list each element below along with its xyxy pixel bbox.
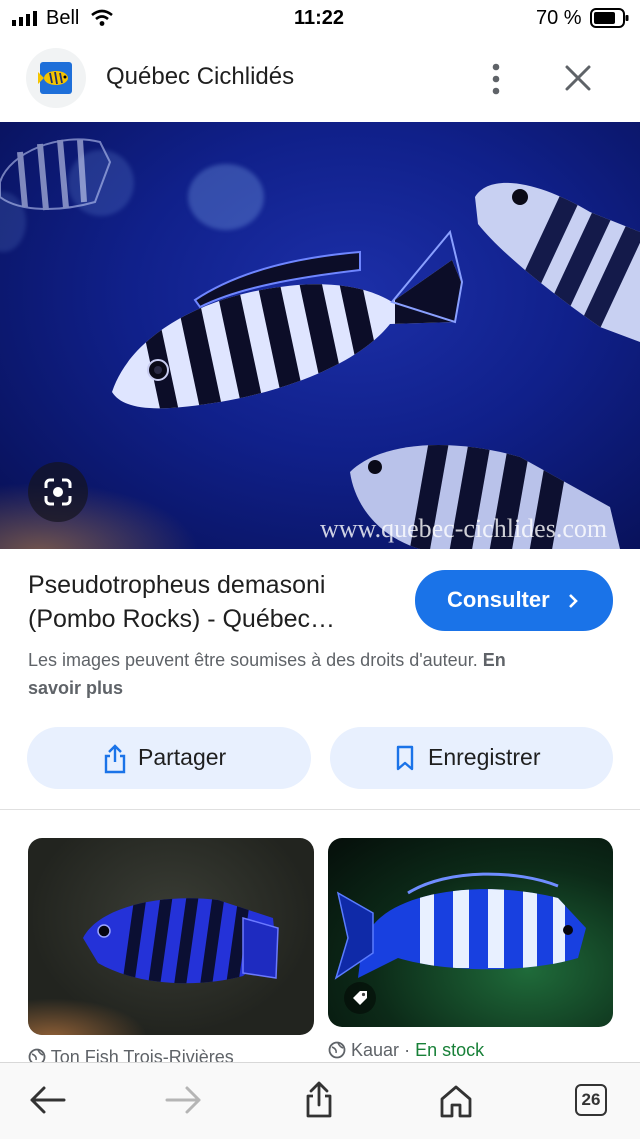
browser-toolbar: 26 bbox=[0, 1062, 640, 1139]
share-label: Partager bbox=[138, 744, 227, 770]
learn-more-link[interactable]: En bbox=[483, 650, 506, 670]
share-button[interactable]: Partager bbox=[27, 727, 311, 789]
related-image[interactable] bbox=[328, 838, 613, 1027]
globe-icon bbox=[328, 1041, 346, 1059]
visit-button-label: Consulter bbox=[447, 587, 550, 612]
carrier-label: Bell bbox=[46, 7, 80, 29]
lens-button[interactable] bbox=[28, 462, 88, 522]
signal-icon bbox=[12, 11, 37, 26]
stock-status: En stock bbox=[415, 1040, 485, 1060]
chevron-right-icon bbox=[569, 594, 578, 608]
source-separator: · bbox=[399, 1040, 416, 1060]
result-header: Québec Cichlidés bbox=[0, 36, 640, 122]
related-source[interactable]: Kauar · En stock bbox=[328, 1040, 484, 1061]
section-divider bbox=[0, 809, 640, 810]
tag-icon bbox=[353, 991, 367, 1005]
site-name[interactable]: Québec Cichlidés bbox=[106, 63, 294, 91]
visit-button[interactable]: Consulter bbox=[415, 570, 613, 631]
result-title-line: (Pombo Rocks) - Québec… bbox=[28, 605, 336, 633]
battery-icon bbox=[590, 8, 629, 28]
image-watermark: www.quebec-cichlides.com bbox=[320, 514, 608, 543]
share-icon bbox=[104, 744, 126, 774]
save-button[interactable]: Enregistrer bbox=[330, 727, 613, 789]
site-logo bbox=[38, 62, 72, 94]
fish-illustration bbox=[0, 138, 640, 549]
more-vert-icon[interactable] bbox=[484, 62, 508, 96]
forward-arrow-icon[interactable] bbox=[165, 1085, 203, 1115]
wifi-icon bbox=[91, 9, 113, 26]
related-image[interactable] bbox=[28, 838, 314, 1035]
share-icon[interactable] bbox=[304, 1081, 334, 1119]
main-image[interactable]: www.quebec-cichlides.com bbox=[0, 122, 640, 549]
copyright-notice: Les images peuvent être soumises à des d… bbox=[28, 646, 618, 702]
copyright-text: Les images peuvent être soumises à des d… bbox=[28, 650, 478, 670]
background-fish bbox=[0, 138, 112, 211]
related-source-name: Kauar bbox=[351, 1040, 400, 1060]
tabs-count: 26 bbox=[581, 1090, 601, 1109]
bookmark-icon bbox=[396, 745, 414, 771]
home-icon[interactable] bbox=[438, 1083, 474, 1119]
site-favicon[interactable] bbox=[26, 48, 86, 108]
back-arrow-icon[interactable] bbox=[28, 1085, 66, 1115]
close-icon[interactable] bbox=[565, 65, 591, 91]
tabs-button[interactable]: 26 bbox=[575, 1084, 607, 1116]
save-label: Enregistrer bbox=[428, 744, 541, 770]
status-bar: Bell 11:22 70 % bbox=[0, 0, 640, 36]
battery-percent: 70 % bbox=[536, 7, 582, 29]
result-title-line: Pseudotropheus demasoni bbox=[28, 571, 326, 599]
learn-more-link[interactable]: savoir plus bbox=[28, 678, 123, 698]
product-tag-badge bbox=[344, 982, 376, 1014]
result-title[interactable]: Pseudotropheus demasoni (Pombo Rocks) - … bbox=[28, 568, 398, 636]
clock: 11:22 bbox=[294, 7, 345, 29]
fish-illustration bbox=[83, 898, 279, 984]
lens-icon bbox=[44, 478, 72, 506]
